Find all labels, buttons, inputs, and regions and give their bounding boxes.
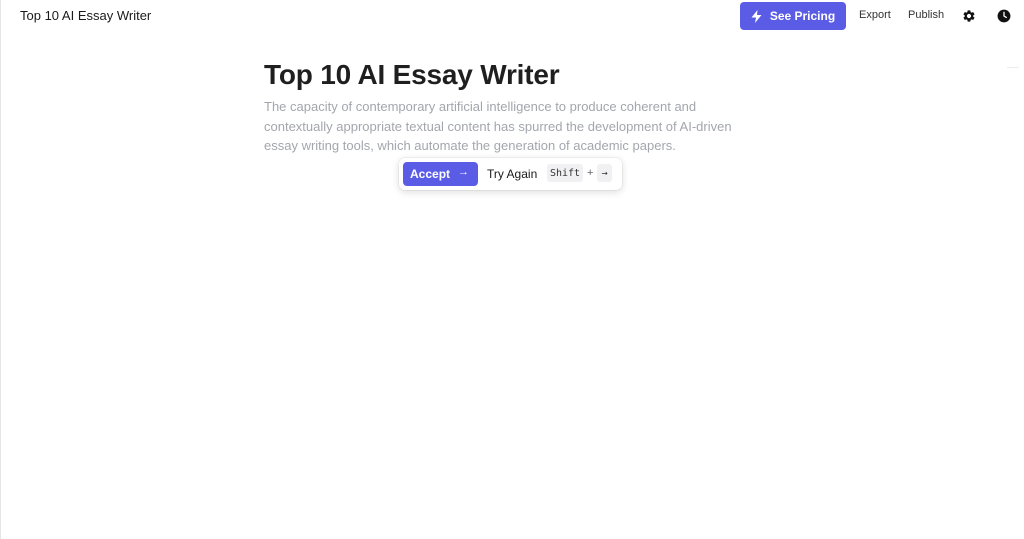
try-again-button[interactable]: Try Again — [487, 167, 537, 181]
top-bar: Top 10 AI Essay Writer See Pricing Expor… — [1, 0, 1023, 32]
accept-label: Accept — [410, 167, 451, 181]
lightning-icon — [751, 9, 762, 23]
editor-area[interactable]: Top 10 AI Essay Writer The capacity of c… — [264, 57, 764, 156]
document-title: Top 10 AI Essay Writer — [20, 8, 152, 23]
history-button[interactable] — [997, 9, 1011, 23]
suggestion-popover: Accept → Try Again Shift + → — [399, 158, 622, 190]
page-title[interactable]: Top 10 AI Essay Writer — [264, 57, 764, 93]
arrow-right-icon: → — [458, 166, 469, 178]
publish-button[interactable]: Publish — [908, 9, 944, 21]
shortcut-plus: + — [587, 167, 594, 179]
scroll-indicator — [1007, 67, 1019, 68]
accept-button[interactable]: Accept → — [403, 162, 478, 186]
see-pricing-button[interactable]: See Pricing — [740, 2, 846, 30]
gear-icon — [963, 10, 975, 22]
arrow-key-hint: → — [597, 164, 612, 182]
see-pricing-label: See Pricing — [769, 9, 836, 23]
settings-button[interactable] — [962, 9, 976, 23]
export-button[interactable]: Export — [859, 9, 891, 21]
ai-suggestion-text: The capacity of contemporary artificial … — [264, 99, 732, 153]
clock-icon — [997, 9, 1011, 23]
shift-key-hint: Shift — [547, 164, 583, 182]
app-window: Top 10 AI Essay Writer See Pricing Expor… — [0, 0, 1023, 539]
